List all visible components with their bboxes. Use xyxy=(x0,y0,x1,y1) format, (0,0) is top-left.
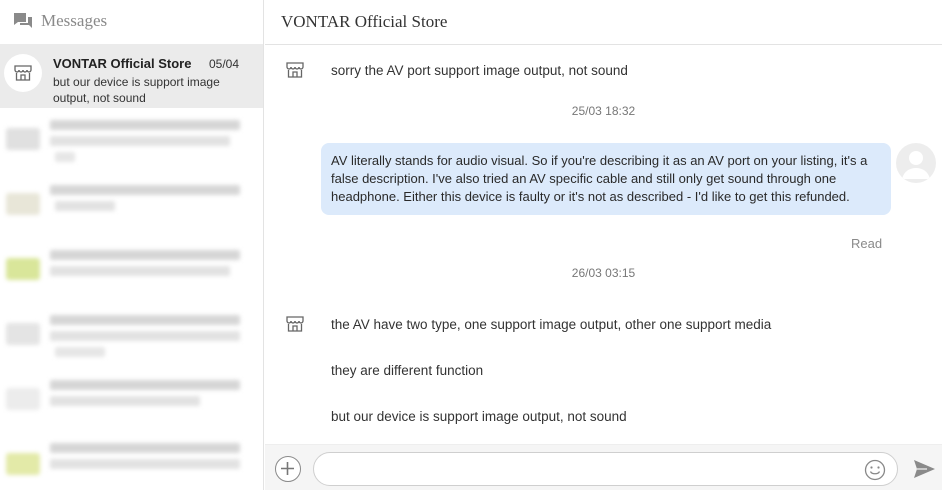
chat-header: VONTAR Official Store xyxy=(265,0,942,45)
blurred-line xyxy=(50,443,240,453)
blurred-line xyxy=(50,459,240,469)
blurred-line xyxy=(50,120,240,130)
blurred-line xyxy=(50,396,200,406)
store-icon xyxy=(14,65,32,81)
user-avatar xyxy=(896,143,936,183)
blurred-line xyxy=(50,266,230,276)
blurred-line xyxy=(50,331,240,341)
messages-icon xyxy=(14,13,32,28)
user-avatar-icon xyxy=(902,151,930,179)
blurred-line xyxy=(50,185,240,195)
conversation-item-blurred[interactable] xyxy=(0,303,263,368)
avatar xyxy=(6,258,40,280)
conversation-item-vontar[interactable]: VONTAR Official Store 05/04 but our devi… xyxy=(0,44,263,108)
blurred-line xyxy=(50,250,240,260)
message-timestamp: 25/03 18:32 xyxy=(571,104,636,118)
add-attachment-button[interactable] xyxy=(275,456,301,482)
avatar xyxy=(6,453,40,475)
conversation-item-blurred[interactable] xyxy=(0,108,263,173)
blurred-line xyxy=(50,380,240,390)
conversation-name: VONTAR Official Store xyxy=(53,56,192,71)
message-composer xyxy=(265,444,942,490)
read-status: Read xyxy=(851,236,883,251)
sidebar-title: Messages xyxy=(41,11,108,30)
conversation-preview: but our device is support image output, … xyxy=(53,75,220,105)
store-avatar xyxy=(4,54,42,92)
blurred-line xyxy=(50,136,230,146)
chat-title: VONTAR Official Store xyxy=(281,12,448,31)
plus-icon xyxy=(281,462,294,475)
conversation-item-blurred[interactable] xyxy=(0,368,263,433)
avatar xyxy=(6,323,40,345)
outgoing-message-bubble: AV literally stands for audio visual. So… xyxy=(321,143,891,215)
incoming-message: the AV have two type, one support image … xyxy=(331,317,772,332)
store-icon xyxy=(286,62,304,78)
conversation-date: 05/04 xyxy=(209,57,240,71)
incoming-message: sorry the AV port support image output, … xyxy=(331,63,628,78)
emoji-icon[interactable] xyxy=(864,459,886,481)
avatar xyxy=(6,193,40,215)
conversation-item-blurred[interactable] xyxy=(0,433,263,490)
conversation-item-blurred[interactable] xyxy=(0,173,263,238)
incoming-message: but our device is support image output, … xyxy=(331,409,627,424)
chat-panel: VONTAR Official Store sorry the AV port … xyxy=(265,0,942,490)
conversation-sidebar: Messages VONTAR Official Store 05/04 but… xyxy=(0,0,264,490)
blurred-line xyxy=(55,152,75,162)
message-list[interactable]: sorry the AV port support image output, … xyxy=(265,46,942,444)
sidebar-header: Messages xyxy=(0,0,263,42)
send-icon[interactable] xyxy=(912,458,936,480)
avatar xyxy=(6,388,40,410)
message-timestamp: 26/03 03:15 xyxy=(571,266,636,280)
blurred-line xyxy=(55,347,105,357)
blurred-line xyxy=(50,315,240,325)
store-icon xyxy=(286,316,304,332)
message-input[interactable] xyxy=(313,452,898,486)
avatar xyxy=(6,128,40,150)
conversation-item-blurred[interactable] xyxy=(0,238,263,303)
blurred-line xyxy=(55,201,115,211)
incoming-message: they are different function xyxy=(331,363,484,378)
